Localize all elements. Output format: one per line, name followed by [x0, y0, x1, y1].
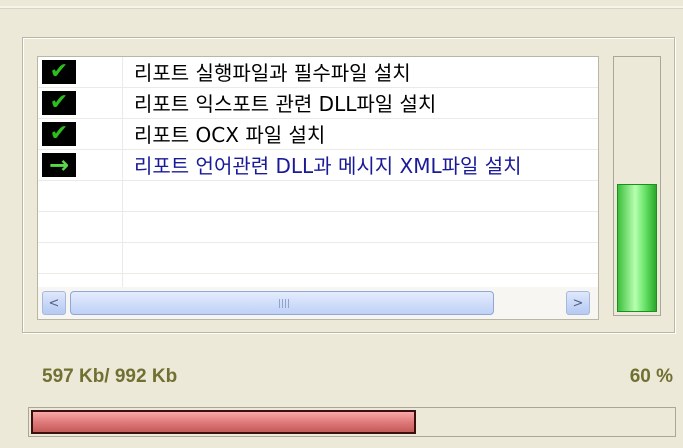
list-item-empty [38, 243, 598, 274]
step-label: 리포트 익스포트 관련 DLL파일 설치 [134, 92, 437, 116]
step-label: 리포트 실행파일과 필수파일 설치 [134, 61, 411, 85]
download-size-text: 597 Kb/ 992 Kb [42, 366, 178, 387]
scroll-thumb[interactable] [70, 291, 494, 315]
scroll-left-button[interactable]: < [42, 291, 66, 315]
list-item-empty [38, 212, 598, 243]
check-icon: ✔ [42, 91, 76, 115]
download-progress-fill [31, 410, 416, 434]
list-item[interactable]: ✔ 리포트 실행파일과 필수파일 설치 [38, 57, 598, 88]
list-item[interactable]: ✔ 리포트 익스포트 관련 DLL파일 설치 [38, 88, 598, 119]
horizontal-scrollbar[interactable]: < > [38, 287, 598, 319]
download-percent-text: 60 % [629, 366, 673, 387]
chevron-left-icon: < [48, 296, 60, 311]
list-item-empty [38, 181, 598, 212]
scroll-right-button[interactable]: > [566, 291, 590, 315]
step-label: 리포트 OCX 파일 설치 [134, 123, 326, 147]
list-item-current[interactable]: → 리포트 언어관련 DLL과 메시지 XML파일 설치 [38, 150, 598, 181]
chevron-right-icon: > [572, 296, 584, 311]
top-divider [0, 6, 683, 9]
overall-progress-fill [617, 184, 657, 312]
check-icon: ✔ [42, 122, 76, 146]
step-label: 리포트 언어관련 DLL과 메시지 XML파일 설치 [134, 154, 522, 178]
list-item[interactable]: ✔ 리포트 OCX 파일 설치 [38, 119, 598, 150]
install-step-list[interactable]: ✔ 리포트 실행파일과 필수파일 설치 ✔ 리포트 익스포트 관련 DLL파일 … [37, 56, 599, 320]
check-icon: ✔ [42, 60, 76, 84]
arrow-right-icon: → [42, 153, 76, 177]
grip-icon [279, 299, 289, 308]
download-progress-bar [28, 407, 676, 437]
overall-progress-bar [613, 56, 661, 316]
